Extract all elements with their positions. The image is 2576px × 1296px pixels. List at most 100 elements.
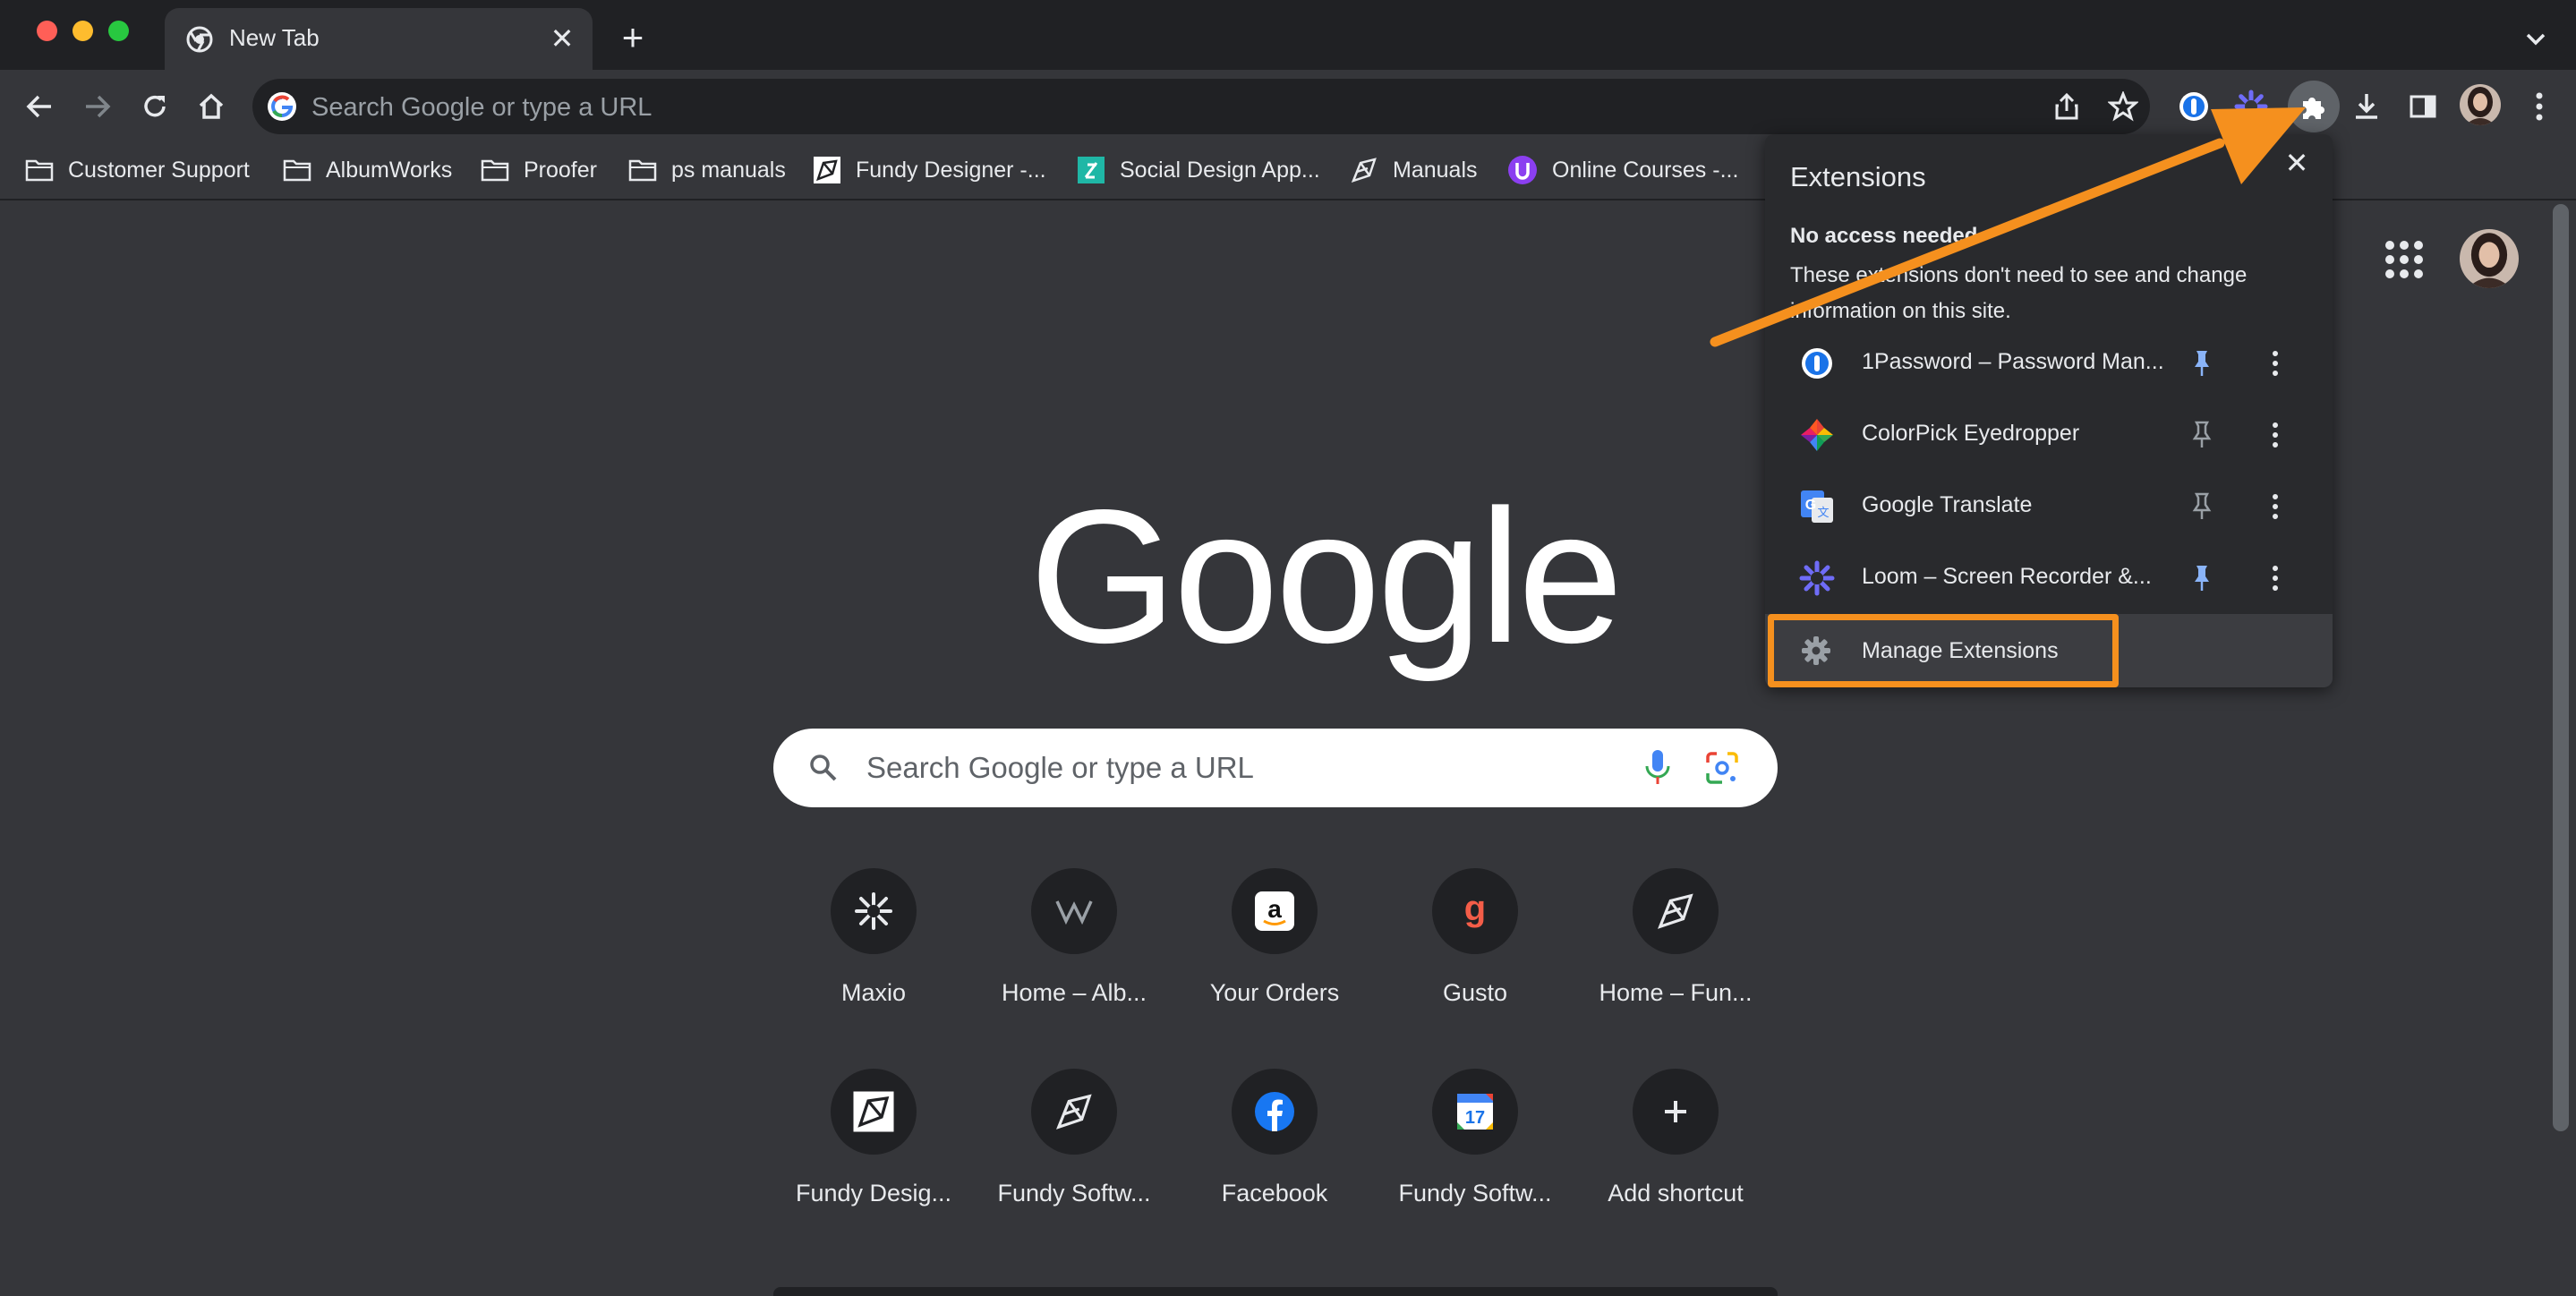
extensions-menu-title: Extensions <box>1790 161 1926 192</box>
pin-icon[interactable] <box>2182 344 2222 383</box>
pin-icon[interactable] <box>2182 558 2222 598</box>
loom-icon <box>2234 90 2268 124</box>
reload-button[interactable] <box>134 86 175 127</box>
bookmark-proofer[interactable]: Proofer <box>481 152 597 188</box>
new-tab-button[interactable]: + <box>610 16 655 61</box>
more-vertical-icon[interactable] <box>2256 487 2295 526</box>
extension-item-google-translate[interactable]: G 文 Google Translate <box>1765 471 2333 542</box>
google-lens-icon[interactable] <box>1704 750 1740 786</box>
shortcut-icon-tile: 17 <box>1432 1069 1518 1155</box>
svg-text:17: 17 <box>1465 1108 1485 1128</box>
maximize-window-button[interactable] <box>108 21 129 41</box>
bookmark-albumworks[interactable]: AlbumWorks <box>283 152 452 188</box>
extension-item-loom[interactable]: Loom – Screen Recorder &... <box>1765 542 2333 614</box>
google-apps-icon[interactable] <box>2381 236 2427 283</box>
maxio-icon <box>855 892 892 930</box>
microphone-icon[interactable] <box>1642 748 1674 788</box>
extension-item-1password[interactable]: 1Password – Password Man... <box>1765 328 2333 399</box>
extension-item-colorpick[interactable]: ColorPick Eyedropper <box>1765 399 2333 471</box>
bookmark-ps-manuals[interactable]: ps manuals <box>628 152 786 188</box>
bookmark-manuals[interactable]: Manuals <box>1350 152 1478 188</box>
more-vertical-icon[interactable] <box>2256 344 2295 383</box>
shortcut-label: Home – Alb... <box>1001 979 1147 1006</box>
page-scrollbar[interactable] <box>2553 204 2569 1131</box>
shortcut-fundy-designer[interactable]: Fundy Desig... <box>784 1069 963 1248</box>
shortcut-icon-tile <box>1031 1069 1117 1155</box>
address-bar[interactable]: Search Google or type a URL <box>252 79 2150 134</box>
colorpick-icon <box>1801 419 1833 451</box>
home-button[interactable] <box>191 86 232 127</box>
search-placeholder: Search Google or type a URL <box>866 751 1254 784</box>
svg-text:G: G <box>1805 498 1816 513</box>
forward-button[interactable] <box>77 86 118 127</box>
forward-arrow-icon <box>86 95 111 118</box>
bookmark-label: Online Courses -... <box>1552 157 1739 183</box>
more-vertical-icon[interactable] <box>2256 558 2295 598</box>
shortcut-facebook[interactable]: Facebook <box>1185 1069 1364 1248</box>
shortcut-fundy-software-2[interactable]: 17 Fundy Softw... <box>1386 1069 1565 1248</box>
add-shortcut-button[interactable]: Add shortcut <box>1586 1069 1765 1248</box>
extension-name: Google Translate <box>1862 492 2033 517</box>
bookmark-label: Proofer <box>524 157 597 183</box>
bookmark-label: Social Design App... <box>1120 157 1320 183</box>
tab-close-icon[interactable]: ✕ <box>542 19 582 58</box>
downloads-button[interactable] <box>2346 86 2387 127</box>
shortcut-fundy-software-1[interactable]: Fundy Softw... <box>985 1069 1164 1248</box>
avatar-icon <box>2460 84 2501 125</box>
shortcut-home-albumworks[interactable]: Home – Alb... <box>985 868 1164 1047</box>
side-panel-button[interactable] <box>2402 86 2444 127</box>
folder-icon <box>283 159 311 182</box>
shortcut-your-orders[interactable]: a Your Orders <box>1185 868 1364 1047</box>
svg-text:文: 文 <box>1817 506 1829 519</box>
close-window-button[interactable] <box>37 21 57 41</box>
google-account-avatar[interactable] <box>2460 229 2519 288</box>
folder-icon <box>481 159 509 182</box>
back-button[interactable] <box>19 86 60 127</box>
extension-name: ColorPick Eyedropper <box>1862 421 2080 446</box>
tab-new-tab[interactable]: New Tab ✕ <box>165 8 593 70</box>
bookmark-customer-support[interactable]: Customer Support <box>25 152 250 188</box>
shortcut-label: Your Orders <box>1209 979 1340 1006</box>
loom-toolbar-button[interactable] <box>2231 86 2272 127</box>
bookmark-fundy-designer[interactable]: Fundy Designer -... <box>813 152 1046 188</box>
extensions-button[interactable] <box>2288 81 2340 132</box>
gusto-icon: g <box>1464 890 1486 928</box>
bookmark-label: Customer Support <box>68 157 250 183</box>
extension-name: Loom – Screen Recorder &... <box>1862 564 2152 589</box>
share-icon[interactable] <box>2051 91 2082 122</box>
shortcut-icon-tile <box>1031 868 1117 954</box>
address-bar-placeholder: Search Google or type a URL <box>311 93 653 122</box>
shortcut-label: Maxio <box>840 979 907 1006</box>
translate-icon: G 文 <box>1801 490 1833 523</box>
puzzle-icon <box>2303 98 2324 119</box>
close-icon[interactable]: ✕ <box>2277 143 2316 183</box>
bookmark-social-design-app[interactable]: Social Design App... <box>1077 152 1320 188</box>
extension-name: 1Password – Password Man... <box>1862 349 2164 374</box>
svg-text:a: a <box>1267 895 1282 923</box>
profile-avatar-button[interactable] <box>2460 84 2501 125</box>
fundy-designer-icon <box>853 1091 894 1132</box>
shortcut-icon-tile <box>1633 868 1719 954</box>
access-section-description: These extensions don't need to see and c… <box>1790 263 2248 323</box>
reload-icon <box>144 95 166 117</box>
toolbar: Search Google or type a URL <box>0 70 2576 143</box>
bookmark-star-icon[interactable] <box>2108 91 2138 122</box>
tab-title: New Tab <box>229 24 320 51</box>
shortcut-maxio[interactable]: Maxio <box>784 868 963 1047</box>
pin-icon[interactable] <box>2182 487 2222 526</box>
chrome-menu-button[interactable] <box>2519 86 2560 127</box>
shortcut-label: Home – Fun... <box>1599 979 1753 1006</box>
shortcut-icon-tile <box>831 868 917 954</box>
bookmark-online-courses[interactable]: Online Courses -... <box>1507 152 1738 188</box>
svg-text:g: g <box>1464 890 1486 928</box>
more-vertical-icon[interactable] <box>2256 415 2295 455</box>
ntp-search-box[interactable]: Search Google or type a URL <box>773 729 1778 807</box>
tab-search-chevron-icon[interactable] <box>2515 18 2556 59</box>
shortcut-label: Add shortcut <box>1608 1180 1744 1206</box>
shortcut-gusto[interactable]: g Gusto <box>1386 868 1565 1047</box>
onepassword-toolbar-button[interactable] <box>2173 86 2214 127</box>
pin-icon[interactable] <box>2182 415 2222 455</box>
minimize-window-button[interactable] <box>73 21 93 41</box>
access-section-heading: No access needed <box>1790 224 1978 248</box>
shortcut-home-fundy[interactable]: Home – Fun... <box>1586 868 1765 1047</box>
